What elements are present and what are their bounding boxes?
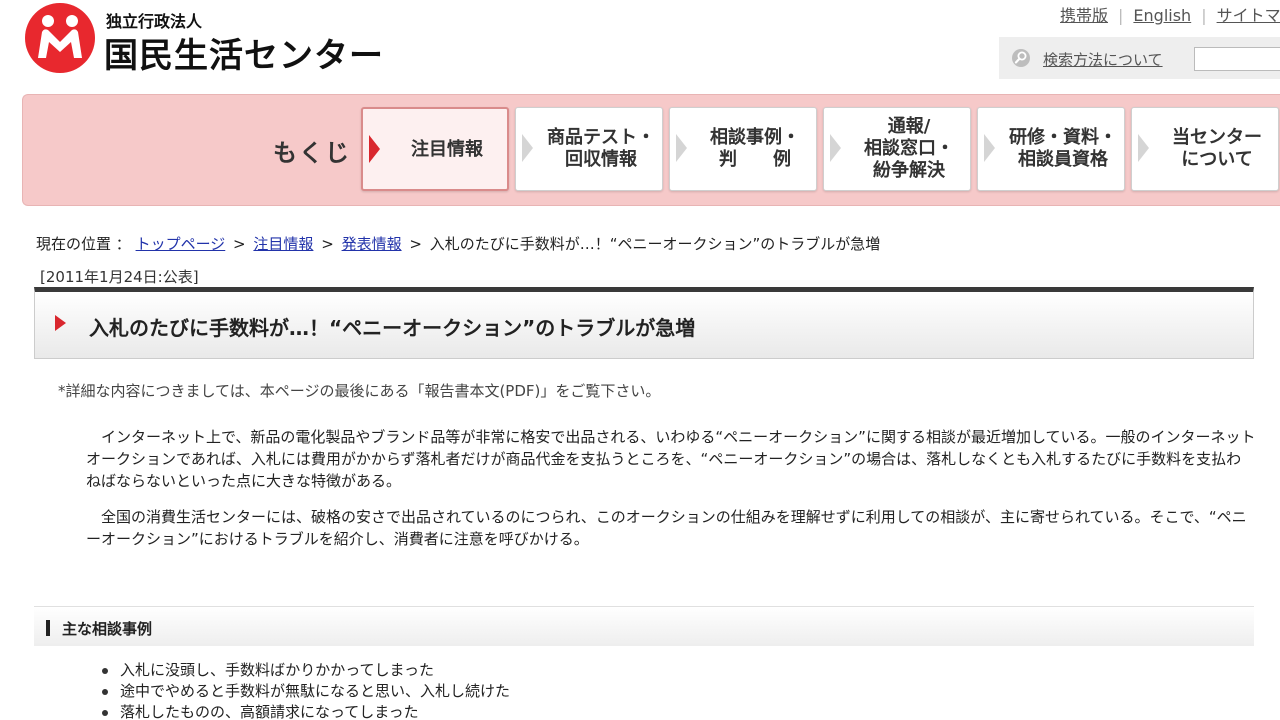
nav-item-label: 商品テスト・ 回収情報 [547, 127, 655, 170]
nav-item-featured[interactable]: 注目情報 [361, 107, 509, 191]
breadcrumb-link-featured[interactable]: 注目情報 [253, 235, 313, 253]
search-input[interactable] [1194, 47, 1280, 71]
nav-item-training[interactable]: 研修・資料・ 相談員資格 [977, 107, 1125, 191]
search-icon [1011, 48, 1031, 68]
breadcrumb-separator: > [321, 235, 334, 253]
nav-arrow-icon [676, 134, 687, 162]
case-list: 入札に没頭し、手数料ばかりかかってしまった 途中でやめると手数料が無駄になると思… [102, 660, 510, 720]
nav-item-label: 通報/ 相談窓口・ 紛争解決 [864, 116, 954, 181]
breadcrumb-link-top[interactable]: トップページ [136, 235, 226, 253]
article-title-box: 入札のたびに手数料が…！“ペニーオークション”のトラブルが急増 [34, 287, 1254, 359]
english-link[interactable]: English [1133, 6, 1191, 25]
nav-arrow-icon [830, 134, 841, 162]
nav-arrow-icon [984, 134, 995, 162]
nav-item-product-tests[interactable]: 商品テスト・ 回収情報 [515, 107, 663, 191]
list-item: 落札したものの、高額請求になってしまった [102, 702, 510, 720]
nav-arrow-icon [1138, 134, 1149, 162]
util-separator: | [1201, 6, 1207, 25]
search-bar: 検索方法について [999, 37, 1280, 79]
nav-arrow-icon [369, 135, 380, 163]
breadcrumb-link-press[interactable]: 発表情報 [342, 235, 402, 253]
section-bar-icon [46, 620, 50, 636]
nav-item-label: 研修・資料・ 相談員資格 [1009, 127, 1117, 170]
pdf-note: *詳細な内容につきましては、本ページの最後にある「報告書本文(PDF)」をご覧下… [58, 382, 661, 400]
breadcrumb-current: 入札のたびに手数料が…！“ペニーオークション”のトラブルが急増 [429, 235, 881, 253]
article-paragraph-1: インターネット上で、新品の電化製品やブランド品等が非常に格安で出品される、いわゆ… [86, 428, 1256, 490]
breadcrumb-separator: > [409, 235, 422, 253]
nav-item-label: 注目情報 [411, 139, 483, 160]
search-help-link[interactable]: 検索方法について [1043, 49, 1163, 70]
nav-title: もくじ [273, 139, 351, 167]
section-heading-box: 主な相談事例 [34, 606, 1254, 646]
main-nav: もくじ 注目情報 商品テスト・ 回収情報 相談事例・ 判 例 通報/ 相談窓口・… [22, 94, 1280, 206]
breadcrumb: 現在の位置 ： トップページ > 注目情報 > 発表情報 > 入札のたびに手数料… [36, 233, 880, 254]
breadcrumb-separator: > [233, 235, 246, 253]
nav-item-cases[interactable]: 相談事例・ 判 例 [669, 107, 817, 191]
org-name[interactable]: 国民生活センター [104, 28, 384, 77]
nav-item-label: 相談事例・ 判 例 [710, 127, 800, 170]
list-item: 入札に没頭し、手数料ばかりかかってしまった [102, 660, 510, 681]
nav-item-reports[interactable]: 通報/ 相談窓口・ 紛争解決 [823, 107, 971, 191]
mobile-link[interactable]: 携帯版 [1060, 6, 1108, 25]
nav-item-about[interactable]: 当センター について [1131, 107, 1279, 191]
triangle-marker-icon [55, 315, 66, 331]
logo-mark-icon [25, 3, 95, 73]
publish-date: [2011年1月24日:公表] [40, 268, 199, 286]
page-title: 入札のたびに手数料が…！“ペニーオークション”のトラブルが急増 [89, 316, 696, 340]
nav-item-label: 当センター について [1172, 127, 1262, 170]
breadcrumb-prefix: 現在の位置 ： [36, 235, 131, 253]
nav-arrow-icon [522, 134, 533, 162]
site-logo[interactable] [24, 2, 96, 74]
sitemap-link[interactable]: サイトマ [1217, 6, 1280, 25]
section-heading: 主な相談事例 [62, 620, 153, 638]
utility-links: 携帯版 | English | サイトマ [1060, 2, 1280, 26]
list-item: 途中でやめると手数料が無駄になると思い、入札し続けた [102, 681, 510, 702]
article-paragraph-2: 全国の消費生活センターには、破格の安さで出品されているのにつられ、このオークショ… [86, 508, 1247, 548]
util-separator: | [1118, 6, 1124, 25]
